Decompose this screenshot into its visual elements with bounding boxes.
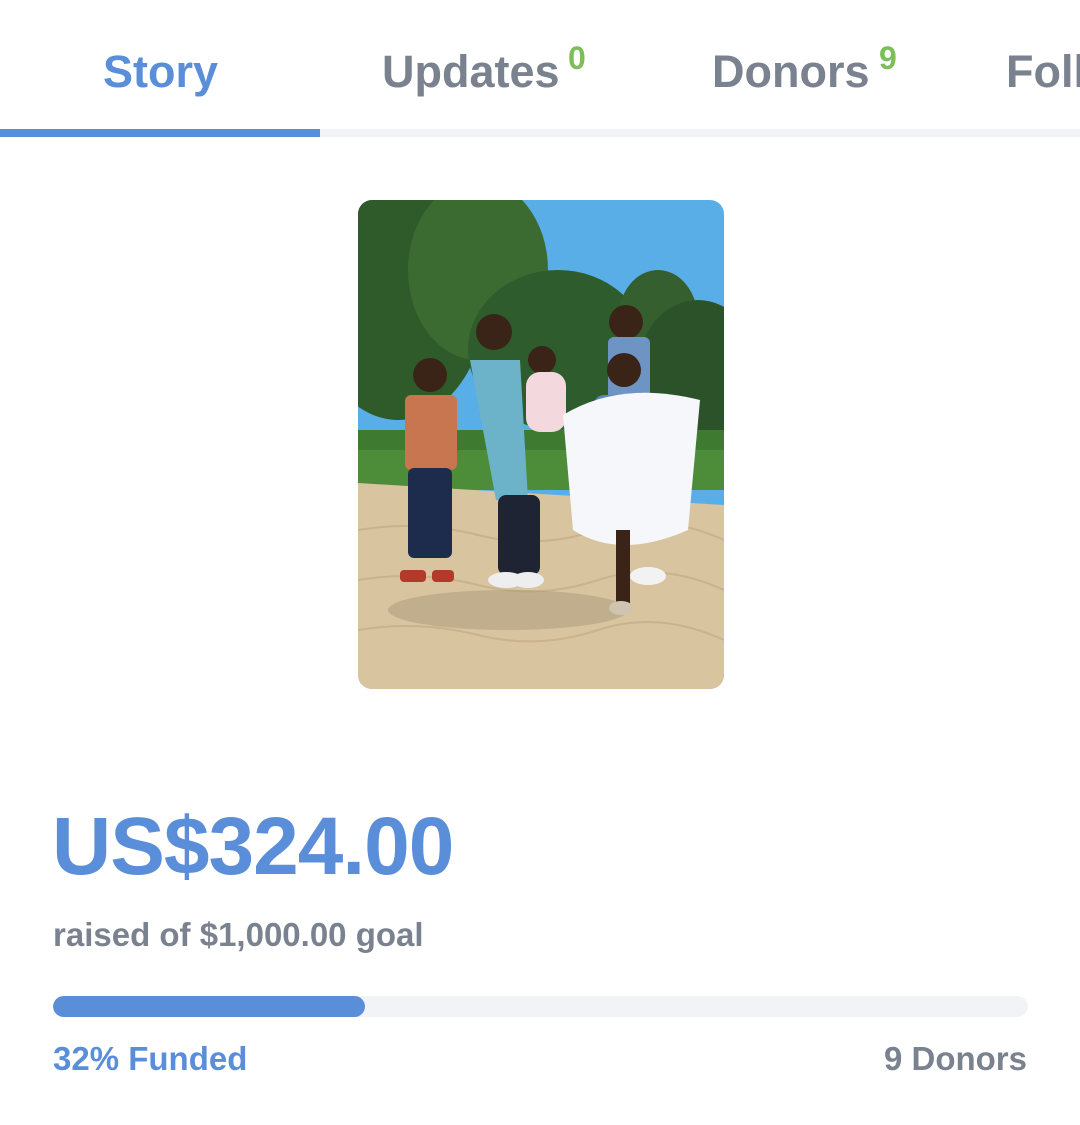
active-tab-indicator	[0, 129, 320, 137]
funded-percent: 32% Funded	[53, 1040, 248, 1077]
goal-text: raised of $1,000.00 goal	[53, 916, 424, 953]
tab-story-label: Story	[103, 46, 219, 97]
amount-raised: US$324.00	[52, 801, 454, 892]
tab-donors-label: Donors	[712, 46, 870, 97]
campaign-photo-image	[358, 200, 724, 689]
updates-count-badge: 0	[568, 40, 586, 76]
funding-progress-fill	[53, 996, 365, 1017]
campaign-page: Story Updates 0 Donors 9 Foll US$324.00 …	[0, 0, 1080, 1125]
tab-bar: Story Updates 0 Donors 9 Foll	[0, 0, 1080, 138]
donors-count[interactable]: 9 Donors	[884, 1040, 1027, 1078]
donors-count-badge: 9	[879, 40, 897, 76]
tab-followers-label: Foll	[1006, 46, 1080, 97]
tab-updates-label: Updates	[382, 46, 560, 97]
tab-followers[interactable]: Foll	[1006, 46, 1080, 106]
campaign-photo[interactable]	[358, 200, 724, 689]
funding-progress-bar	[53, 996, 1028, 1017]
tab-story[interactable]: Story	[103, 46, 218, 106]
tab-updates[interactable]: Updates 0	[382, 40, 586, 106]
tab-donors[interactable]: Donors 9	[712, 40, 897, 106]
